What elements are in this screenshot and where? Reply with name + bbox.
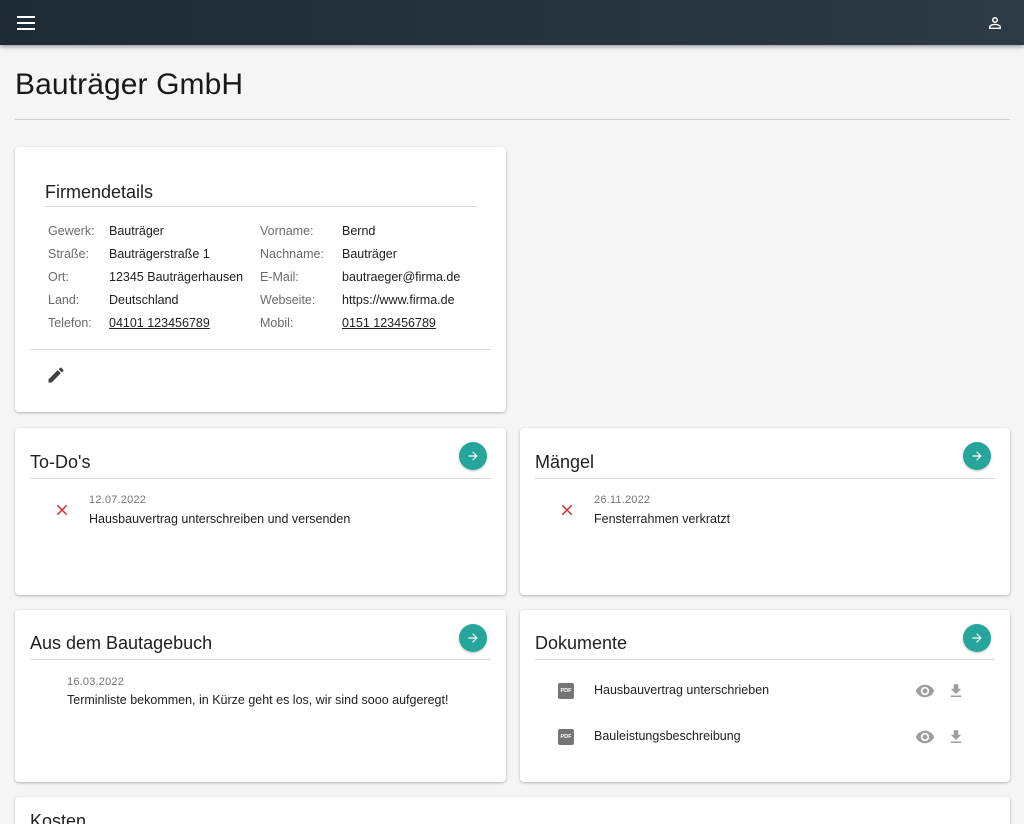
diary-text: Terminliste bekommen, in Kürze geht es l… — [67, 693, 449, 707]
mobile-cell: 0151 123456789 — [339, 312, 463, 335]
company-details-table: Gewerk: Bauträger Vorname: Bernd Straße:… — [45, 219, 463, 335]
details-value: Deutschland — [109, 293, 179, 308]
costs-card: Kosten — [15, 797, 1010, 824]
company-details-card: Firmendetails Gewerk: Bauträger Vorname:… — [15, 147, 506, 412]
company-details-actions-divider — [30, 349, 491, 350]
pdf-icon: PDF — [558, 683, 574, 699]
download-document-button[interactable] — [945, 681, 967, 701]
construction-diary-title: Aus dem Bautagebuch — [30, 633, 213, 653]
diary-date: 16.03.2022 — [67, 676, 125, 688]
arrow-right-icon — [972, 633, 982, 643]
documents-card: Dokumente PDF Hausbauvertrag unterschrie… — [520, 610, 1010, 782]
document-row[interactable]: PDF Hausbauvertrag unterschrieben — [558, 681, 978, 701]
defects-divider — [535, 478, 995, 479]
details-value: bautraeger@firma.de — [342, 269, 461, 284]
details-row: Gewerk: Bauträger Vorname: Bernd — [45, 219, 463, 242]
todos-title: To-Do's — [30, 452, 91, 472]
menu-icon — [17, 16, 35, 30]
details-value: Bernd — [342, 223, 376, 238]
details-label: Gewerk: — [48, 223, 95, 238]
download-icon — [950, 684, 962, 697]
company-details-title: Firmendetails — [45, 182, 154, 202]
details-value: https://www.firma.de — [342, 293, 455, 308]
todos-open-button[interactable] — [459, 442, 487, 470]
phone-link[interactable]: 04101 123456789 — [109, 316, 210, 330]
eye-icon — [915, 684, 935, 698]
pdf-icon: PDF — [558, 729, 574, 745]
documents-title: Dokumente — [535, 633, 628, 653]
details-row: Land: Deutschland Webseite: https://www.… — [45, 289, 463, 312]
account-button[interactable] — [978, 6, 1012, 40]
close-icon[interactable] — [558, 501, 576, 519]
defects-card: Mängel 26.11.2022 Fensterrahmen verkratz… — [520, 428, 1010, 595]
details-label: Straße: — [48, 246, 89, 261]
details-value: 12345 Bauträgerhausen — [109, 269, 244, 284]
company-details-title-divider — [45, 206, 477, 207]
construction-diary-open-button[interactable] — [459, 624, 487, 652]
todos-card: To-Do's 12.07.2022 Hausbauvertrag unters… — [15, 428, 506, 595]
details-label: Vorname: — [260, 223, 314, 238]
arrow-right-icon — [468, 633, 478, 643]
defects-title: Mängel — [535, 452, 595, 472]
costs-title: Kosten — [30, 811, 87, 824]
eye-icon — [915, 730, 935, 744]
details-label: Nachname: — [260, 246, 324, 261]
arrow-right-icon — [972, 451, 982, 461]
details-row: Telefon: 04101 123456789 Mobil: 0151 123… — [45, 312, 463, 335]
page-title: Bauträger GmbH — [15, 68, 244, 101]
edit-button[interactable] — [43, 362, 69, 388]
todo-text: Hausbauvertrag unterschreiben und versen… — [89, 512, 351, 526]
details-label: Ort: — [48, 269, 69, 284]
document-name[interactable]: Bauleistungsbeschreibung — [594, 729, 741, 743]
document-row[interactable]: PDF Bauleistungsbeschreibung — [558, 727, 978, 747]
defect-text: Fensterrahmen verkratzt — [594, 512, 731, 526]
download-icon — [950, 730, 962, 743]
details-row: Ort: 12345 Bauträgerhausen E-Mail: bautr… — [45, 265, 463, 288]
details-label: Telefon: — [48, 316, 92, 331]
account-icon — [989, 17, 1001, 29]
defect-date: 26.11.2022 — [594, 494, 651, 506]
details-label: Webseite: — [260, 293, 316, 308]
mobile-link[interactable]: 0151 123456789 — [342, 316, 436, 330]
details-value: Bauträger — [109, 223, 164, 238]
download-document-button[interactable] — [945, 727, 967, 747]
close-icon[interactable] — [53, 501, 71, 519]
pencil-icon — [48, 367, 64, 383]
documents-open-button[interactable] — [963, 624, 991, 652]
construction-diary-divider — [30, 659, 491, 660]
details-label: Mobil: — [260, 316, 294, 331]
title-divider — [15, 119, 1010, 120]
view-document-button[interactable] — [914, 681, 936, 701]
todo-date: 12.07.2022 — [89, 494, 147, 506]
construction-diary-card: Aus dem Bautagebuch 16.03.2022 Terminlis… — [15, 610, 506, 782]
menu-button[interactable] — [8, 6, 44, 40]
todos-divider — [30, 478, 491, 479]
details-label: E-Mail: — [260, 269, 299, 284]
details-value: Bauträgerstraße 1 — [109, 246, 210, 261]
details-label: Land: — [48, 293, 80, 308]
view-document-button[interactable] — [914, 727, 936, 747]
phone-cell: 04101 123456789 — [106, 312, 257, 335]
details-row: Straße: Bauträgerstraße 1 Nachname: Baut… — [45, 242, 463, 265]
top-app-bar — [0, 0, 1024, 45]
arrow-right-icon — [468, 451, 478, 461]
details-value: Bauträger — [342, 246, 397, 261]
documents-divider — [535, 659, 995, 660]
defects-open-button[interactable] — [963, 442, 991, 470]
document-name[interactable]: Hausbauvertrag unterschrieben — [594, 683, 769, 697]
